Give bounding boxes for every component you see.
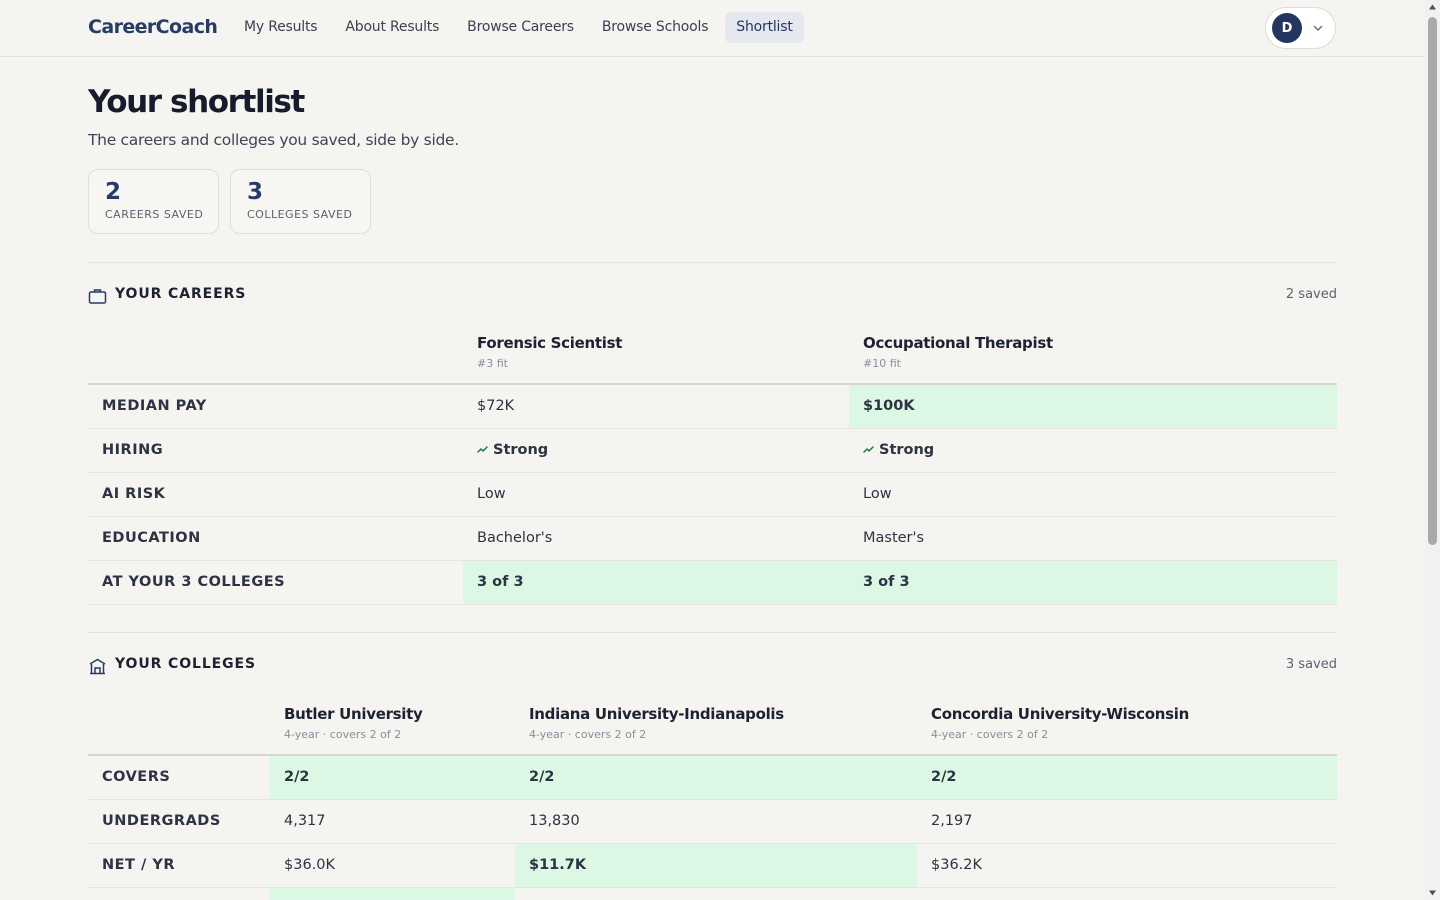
page-subtitle: The careers and colleges you saved, side… — [88, 131, 459, 149]
hiring-value: Strong — [493, 442, 549, 458]
nav-my-results[interactable]: My Results — [233, 12, 328, 43]
section-divider — [88, 632, 1337, 633]
table-row: EDUCATION Bachelor's Master's — [88, 516, 1337, 561]
college-meta: 4-year · covers 2 of 2 — [931, 728, 1049, 741]
colleges-comparison-table: Butler University 4-year · covers 2 of 2… — [88, 699, 1337, 900]
table-row: AI RISK Low Low — [88, 472, 1337, 517]
scroll-down-arrow-icon[interactable] — [1428, 889, 1437, 897]
table-cell: $72K — [463, 384, 849, 429]
row-label: AT YOUR 3 COLLEGES — [88, 560, 463, 605]
stat-careers-saved: 2 CAREERS SAVED — [88, 169, 219, 234]
stat-value: 2 — [105, 179, 122, 205]
college-name[interactable]: Concordia University-Wisconsin — [931, 705, 1323, 723]
table-cell-best: 2/2 — [515, 755, 917, 800]
careers-saved-count: 2 saved — [1285, 287, 1337, 302]
careers-section-title: YOUR CAREERS — [115, 286, 247, 302]
nav-browse-careers[interactable]: Browse Careers — [456, 12, 585, 43]
trending-up-icon — [477, 446, 488, 453]
row-label: AI RISK — [88, 472, 463, 517]
hiring-value: Strong — [879, 442, 935, 458]
college-name[interactable]: Indiana University-Indianapolis — [529, 705, 903, 723]
row-label: EDUCATION — [88, 516, 463, 561]
nav-shortlist[interactable]: Shortlist — [725, 12, 804, 43]
table-cell: Strong — [463, 428, 849, 473]
scroll-up-arrow-icon[interactable] — [1428, 3, 1437, 11]
table-cell — [917, 887, 1337, 900]
user-menu-button[interactable]: D — [1265, 7, 1336, 49]
table-cell-best — [270, 887, 515, 900]
table-cell: Master's — [849, 516, 1337, 561]
main-nav: My Results About Results Browse Careers … — [233, 12, 810, 43]
section-divider — [88, 262, 1337, 263]
page-title: Your shortlist — [88, 84, 305, 120]
university-icon — [89, 658, 106, 675]
trending-up-icon — [863, 446, 874, 453]
stat-colleges-saved: 3 COLLEGES SAVED — [230, 169, 371, 234]
header-spacer — [88, 699, 270, 755]
stat-value: 3 — [247, 179, 264, 205]
table-row: UNDERGRADS 4,317 13,830 2,197 — [88, 799, 1337, 844]
college-meta: 4-year · covers 2 of 2 — [284, 728, 402, 741]
college-meta: 4-year · covers 2 of 2 — [529, 728, 647, 741]
college-column-header[interactable]: Indiana University-Indianapolis 4-year ·… — [515, 699, 917, 755]
table-cell-best: $100K — [849, 384, 1337, 429]
nav-about-results[interactable]: About Results — [334, 12, 450, 43]
career-column-header[interactable]: Forensic Scientist #3 fit — [463, 328, 849, 384]
table-row: AT YOUR 3 COLLEGES 3 of 3 3 of 3 — [88, 560, 1337, 605]
career-fit-rank: #10 fit — [863, 357, 901, 370]
avatar: D — [1272, 13, 1302, 43]
careers-section-header: YOUR CAREERS 2 saved — [88, 284, 1337, 308]
row-label: HIRING — [88, 428, 463, 473]
colleges-section-title: YOUR COLLEGES — [115, 656, 256, 672]
table-cell: Bachelor's — [463, 516, 849, 561]
header-spacer — [88, 328, 463, 384]
college-column-header[interactable]: Butler University 4-year · covers 2 of 2 — [270, 699, 515, 755]
career-name[interactable]: Occupational Therapist — [863, 334, 1323, 352]
table-row: NET / YR $36.0K $11.7K $36.2K — [88, 843, 1337, 888]
table-cell: $36.0K — [270, 843, 515, 888]
college-column-header[interactable]: Concordia University-Wisconsin 4-year · … — [917, 699, 1337, 755]
table-cell-best: $11.7K — [515, 843, 917, 888]
table-cell: $36.2K — [917, 843, 1337, 888]
table-row-partial — [88, 887, 1337, 900]
table-cell — [515, 887, 917, 900]
table-cell: Low — [849, 472, 1337, 517]
table-cell: Strong — [849, 428, 1337, 473]
career-name[interactable]: Forensic Scientist — [477, 334, 835, 352]
table-cell: 13,830 — [515, 799, 917, 844]
college-name[interactable]: Butler University — [284, 705, 501, 723]
career-column-header[interactable]: Occupational Therapist #10 fit — [849, 328, 1337, 384]
top-navbar: CareerCoach My Results About Results Bro… — [0, 0, 1425, 57]
table-cell-best: 2/2 — [917, 755, 1337, 800]
colleges-header-row: Butler University 4-year · covers 2 of 2… — [88, 699, 1337, 755]
table-row: MEDIAN PAY $72K $100K — [88, 384, 1337, 429]
colleges-saved-count: 3 saved — [1285, 657, 1337, 672]
table-row: HIRING Strong Strong — [88, 428, 1337, 473]
row-label: MEDIAN PAY — [88, 384, 463, 429]
table-cell: Low — [463, 472, 849, 517]
stat-label: COLLEGES SAVED — [247, 208, 353, 221]
nav-browse-schools[interactable]: Browse Schools — [591, 12, 719, 43]
table-cell-best: 3 of 3 — [849, 560, 1337, 605]
career-fit-rank: #3 fit — [477, 357, 508, 370]
logo[interactable]: CareerCoach — [88, 16, 218, 38]
table-cell — [88, 887, 270, 900]
table-cell: 2,197 — [917, 799, 1337, 844]
careers-header-row: Forensic Scientist #3 fit Occupational T… — [88, 328, 1337, 384]
row-label: UNDERGRADS — [88, 799, 270, 844]
table-cell: 4,317 — [270, 799, 515, 844]
row-label: NET / YR — [88, 843, 270, 888]
scrollbar-thumb[interactable] — [1428, 17, 1437, 545]
colleges-section-header: YOUR COLLEGES 3 saved — [88, 654, 1337, 678]
careers-comparison-table: Forensic Scientist #3 fit Occupational T… — [88, 328, 1337, 605]
table-cell-best: 3 of 3 — [463, 560, 849, 605]
table-cell-best: 2/2 — [270, 755, 515, 800]
stat-label: CAREERS SAVED — [105, 208, 204, 221]
row-label: COVERS — [88, 755, 270, 800]
page-scrollbar[interactable] — [1425, 0, 1440, 900]
table-row: COVERS 2/2 2/2 2/2 — [88, 755, 1337, 800]
briefcase-icon — [88, 289, 107, 304]
chevron-down-icon — [1313, 25, 1323, 31]
